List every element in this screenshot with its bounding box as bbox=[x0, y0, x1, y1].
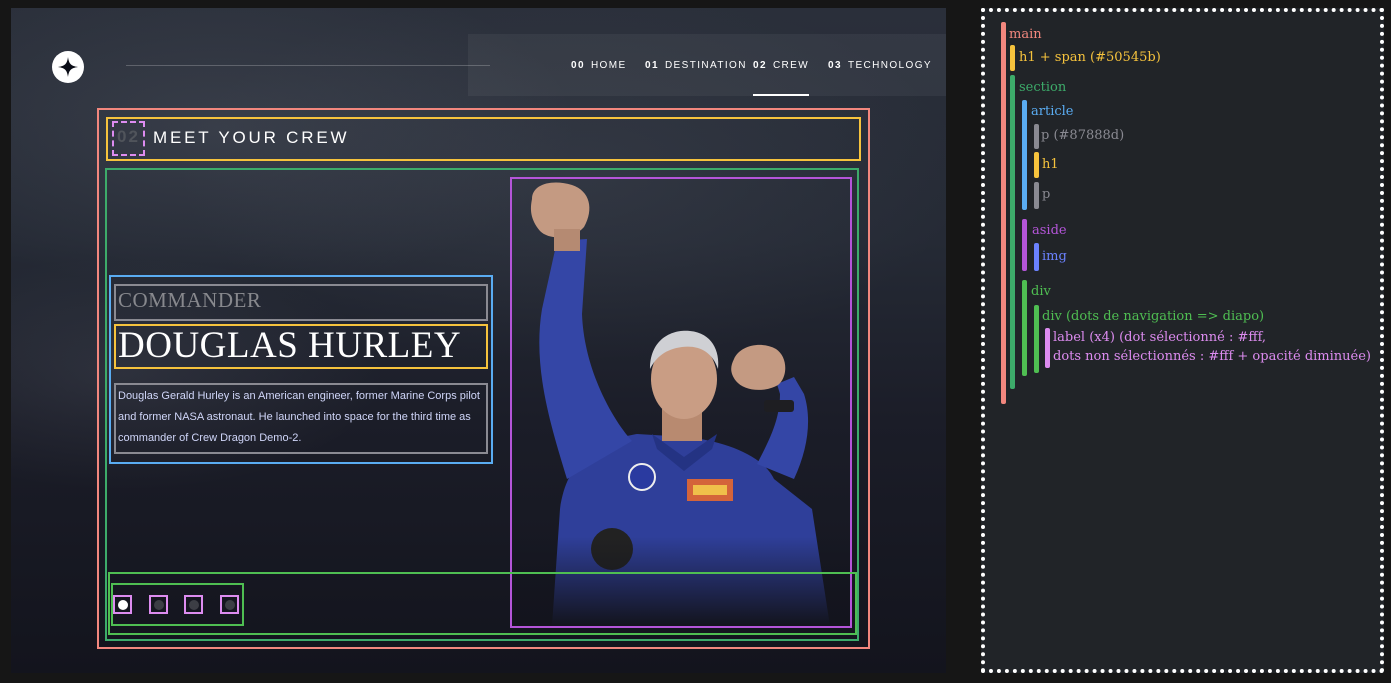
bar-aside bbox=[1022, 219, 1027, 271]
slide-dot-3[interactable] bbox=[184, 595, 203, 614]
slide-dot-1[interactable] bbox=[113, 595, 132, 614]
legend-div-dots: div (dots de navigation => diapo) bbox=[1042, 309, 1265, 324]
legend-article: article bbox=[1031, 104, 1074, 119]
crew-role: COMMANDER bbox=[118, 288, 262, 312]
bar-div-dots bbox=[1034, 305, 1039, 373]
bar-div bbox=[1022, 280, 1027, 376]
structure-legend: main h1 + span (#50545b) section article… bbox=[981, 8, 1384, 673]
dot-selected bbox=[117, 599, 128, 610]
bar-h1 bbox=[1010, 45, 1015, 71]
legend-p: p bbox=[1042, 187, 1051, 202]
dot bbox=[188, 599, 199, 610]
bar-label bbox=[1045, 328, 1050, 368]
nav-item-crew[interactable]: 02 CREW bbox=[753, 34, 810, 96]
website-mockup: 00 HOME 01 DESTINATION 02 CREW 03 TECHNOLOGY… bbox=[11, 8, 946, 673]
bar-img bbox=[1034, 243, 1039, 271]
legend-label-line2: dots non sélectionnés : #fff + opacité d… bbox=[1053, 349, 1371, 364]
compass-star-icon bbox=[58, 57, 78, 77]
legend-h1: h1 bbox=[1042, 157, 1059, 172]
slide-dot-4[interactable] bbox=[220, 595, 239, 614]
bar-p-role bbox=[1034, 124, 1039, 149]
nav-item-home[interactable]: 00 HOME bbox=[571, 34, 627, 96]
page-heading-number: 02 bbox=[117, 127, 140, 146]
bar-article bbox=[1022, 100, 1027, 210]
legend-img: img bbox=[1042, 249, 1067, 264]
nav-item-technology[interactable]: 03 TECHNOLOGY bbox=[828, 34, 932, 96]
page-heading: MEET YOUR CREW bbox=[153, 128, 350, 147]
legend-main: main bbox=[1009, 27, 1042, 42]
site-logo[interactable] bbox=[52, 51, 84, 83]
aside-outline bbox=[510, 177, 852, 628]
legend-aside: aside bbox=[1032, 223, 1067, 238]
legend-section: section bbox=[1019, 80, 1067, 95]
legend-label-line1: label (x4) (dot sélectionné : #fff, bbox=[1053, 330, 1267, 345]
bar-h1-name bbox=[1034, 152, 1039, 178]
dot bbox=[153, 599, 164, 610]
bar-p bbox=[1034, 182, 1039, 209]
slide-dot-2[interactable] bbox=[149, 595, 168, 614]
bar-main bbox=[1001, 22, 1006, 404]
bar-section bbox=[1010, 75, 1015, 389]
legend-h1-span: h1 + span (#50545b) bbox=[1019, 50, 1161, 65]
dot bbox=[224, 599, 235, 610]
primary-navigation: 00 HOME 01 DESTINATION 02 CREW 03 TECHNOLOGY bbox=[468, 34, 946, 96]
crew-name: DOUGLAS HURLEY bbox=[118, 325, 462, 366]
crew-bio: Douglas Gerald Hurley is an American eng… bbox=[118, 390, 480, 444]
header-divider bbox=[126, 65, 490, 66]
nav-item-destination[interactable]: 01 DESTINATION bbox=[645, 34, 747, 96]
legend-div: div bbox=[1031, 284, 1051, 299]
legend-p-role: p (#87888d) bbox=[1041, 128, 1125, 143]
screenshot: 00 HOME 01 DESTINATION 02 CREW 03 TECHNOLOGY… bbox=[0, 0, 1391, 683]
